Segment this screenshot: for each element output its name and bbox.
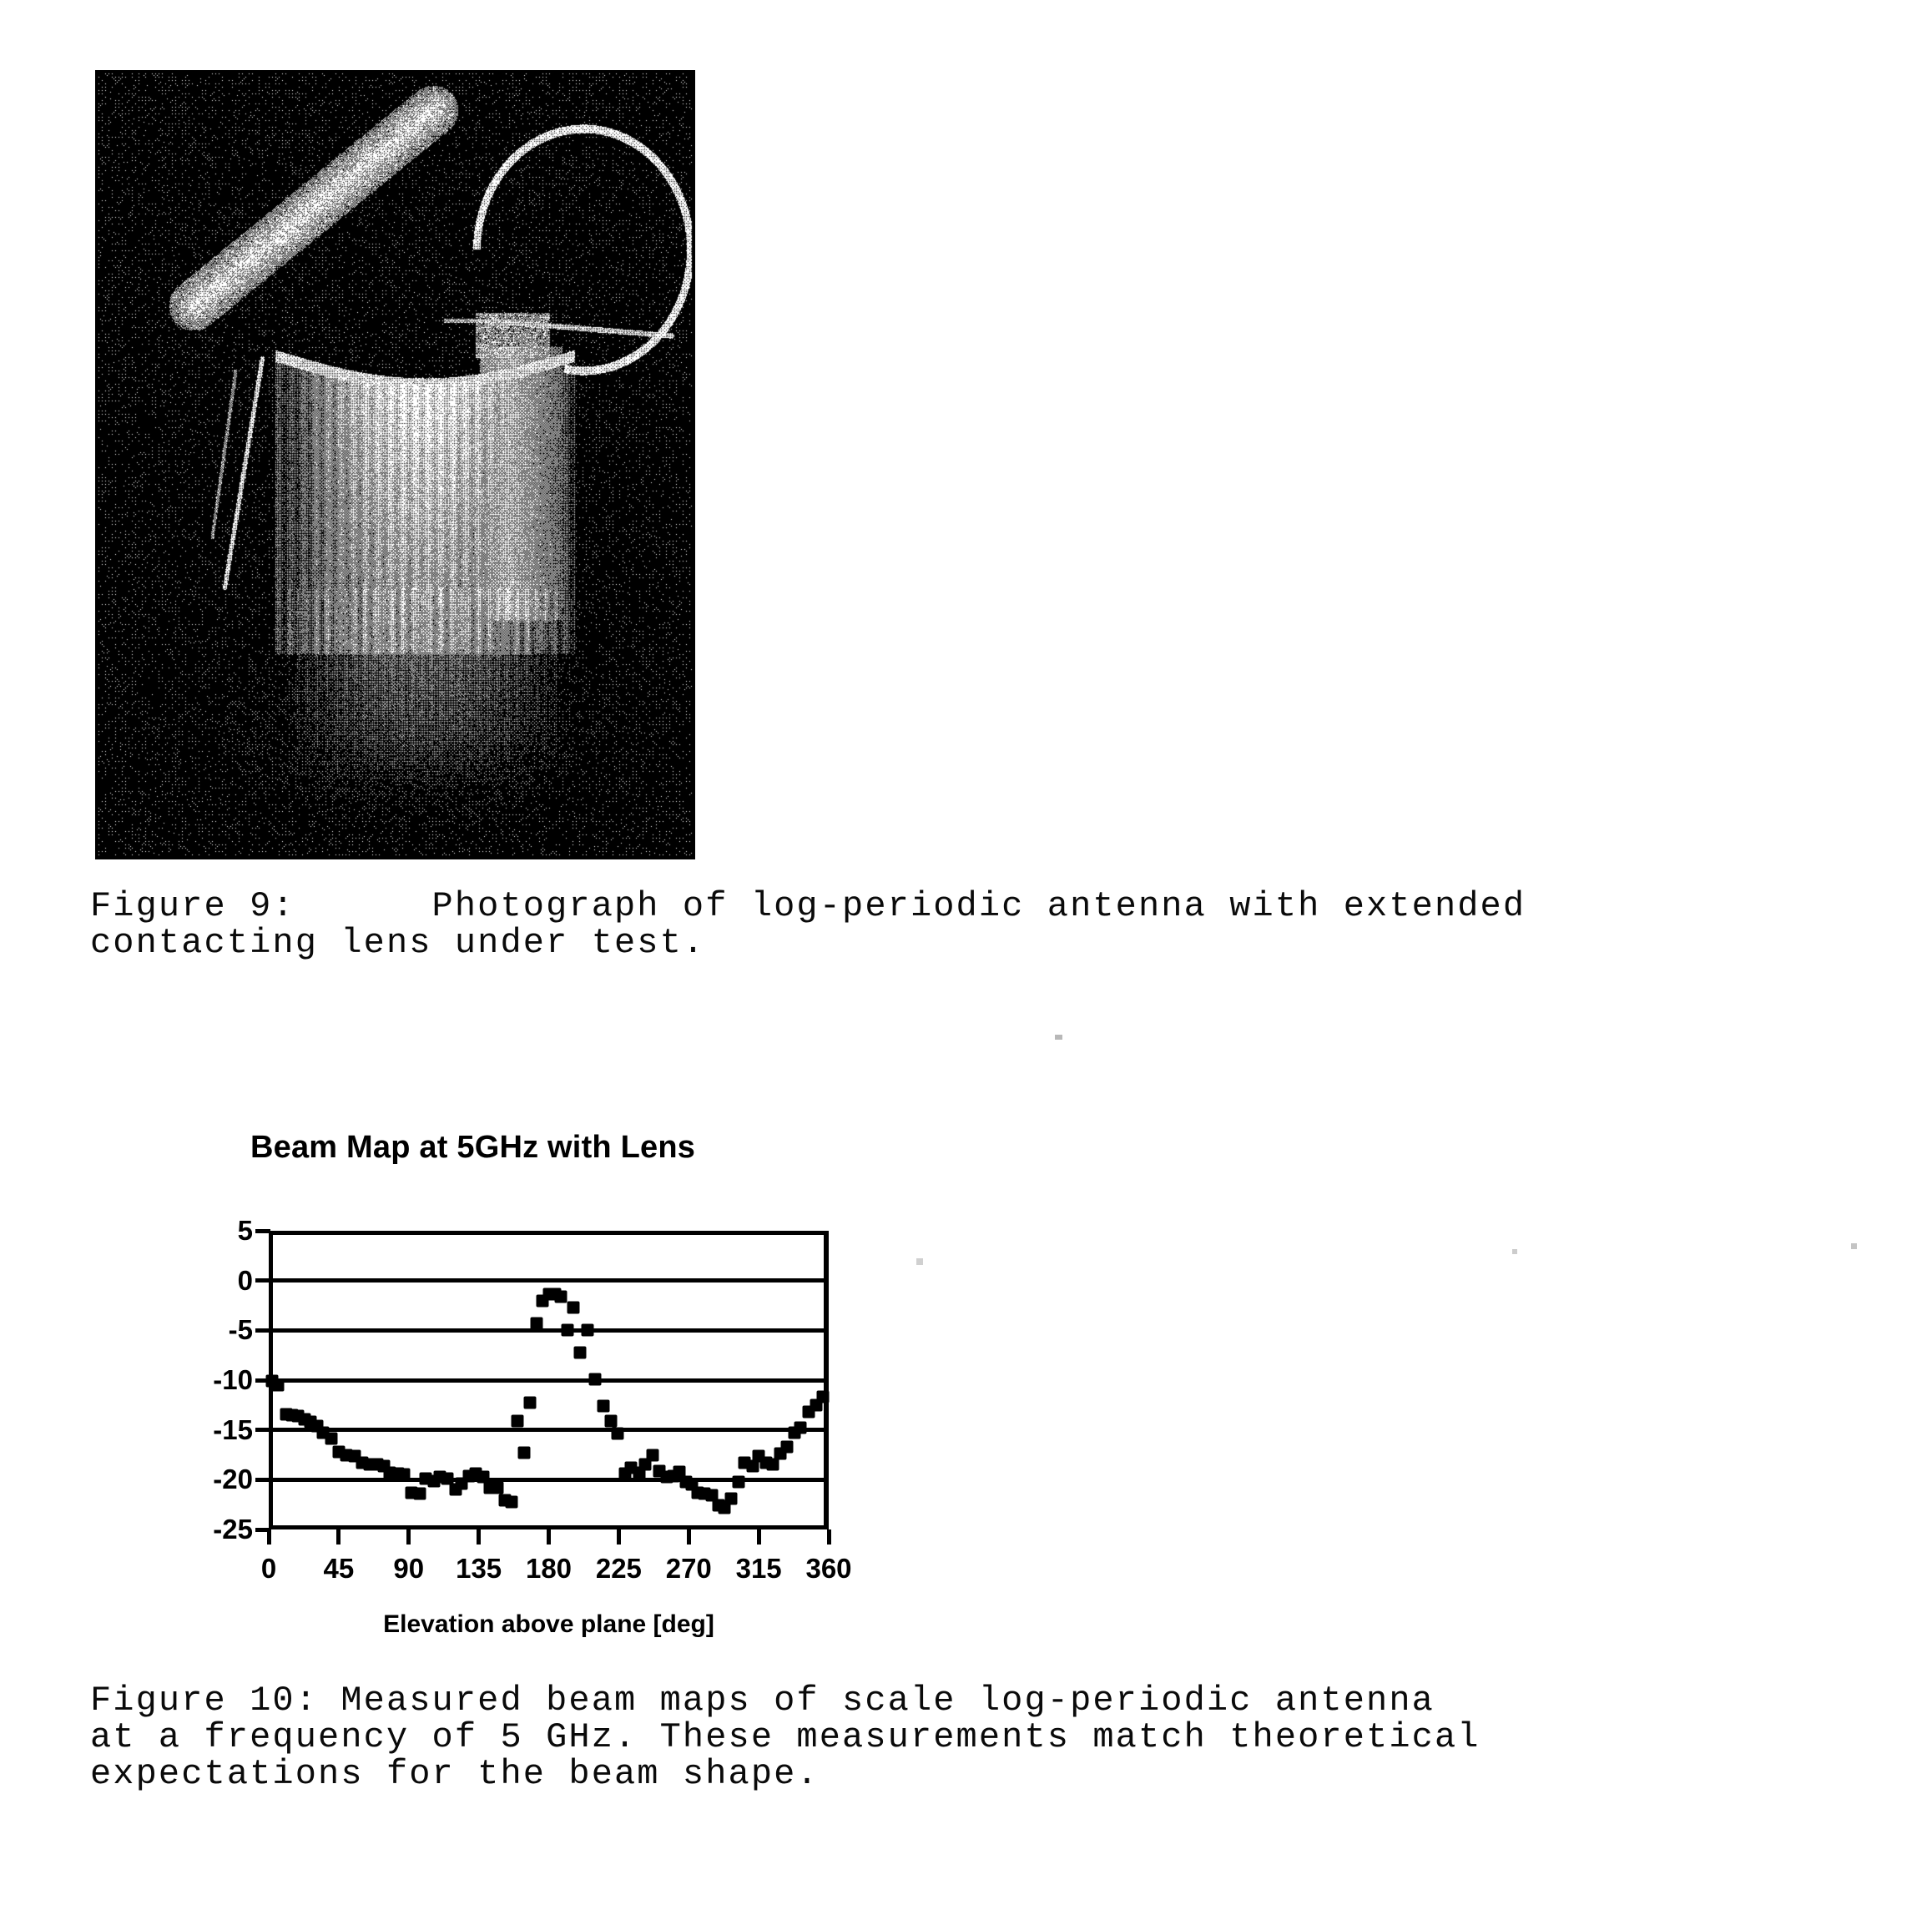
plot-area: 5 0 -5 -10 -15 -20 -25 0 45 90 135 180 225 270 315 360… <box>213 1215 851 1638</box>
x-axis-tick <box>686 1529 691 1545</box>
data-point <box>325 1432 338 1445</box>
y-axis-tick-label: -20 <box>213 1464 253 1495</box>
x-axis-tick <box>616 1529 621 1545</box>
data-point <box>581 1323 594 1337</box>
data-point <box>588 1373 602 1386</box>
data-point <box>523 1396 537 1409</box>
y-axis-tick-label: -25 <box>213 1514 253 1545</box>
data-point <box>505 1495 518 1509</box>
data-point <box>794 1421 807 1434</box>
y-axis-tick <box>255 1328 270 1333</box>
data-point <box>271 1378 285 1392</box>
data-point <box>597 1399 610 1413</box>
data-point <box>491 1481 504 1494</box>
x-axis-title: Elevation above plane [deg] <box>383 1610 714 1638</box>
y-axis-tick <box>255 1228 270 1233</box>
y-axis-tick-label: 0 <box>237 1264 253 1296</box>
data-point <box>604 1414 618 1428</box>
x-axis-tick-label: 225 <box>595 1553 642 1584</box>
data-point <box>816 1390 830 1403</box>
scan-artifact-speck <box>1055 1035 1062 1040</box>
figure-9-caption: Figure 9: Photograph of log-periodic ant… <box>90 888 1526 961</box>
y-axis-tick-label: -15 <box>213 1414 253 1445</box>
x-axis-tick-label: 360 <box>805 1553 852 1584</box>
data-point <box>766 1458 779 1471</box>
x-axis-tick <box>756 1529 761 1545</box>
data-point <box>413 1487 426 1500</box>
figure-10-caption-line-1: Figure 10: Measured beam maps of scale l… <box>90 1681 1435 1721</box>
y-axis-tick-label: -10 <box>213 1364 253 1395</box>
data-point <box>511 1414 524 1428</box>
figure-10-caption-line-3: expectations for the beam shape. <box>90 1754 820 1794</box>
gridline <box>269 1328 829 1333</box>
x-axis-tick <box>406 1529 411 1545</box>
scan-artifact-speck <box>1512 1249 1517 1254</box>
x-axis-tick <box>826 1529 831 1545</box>
data-point <box>530 1317 543 1330</box>
gridline <box>269 1378 829 1383</box>
figure-9-photograph <box>95 70 695 859</box>
x-axis-tick <box>336 1529 341 1545</box>
data-point <box>554 1290 567 1303</box>
figure-10-caption: Figure 10: Measured beam maps of scale l… <box>90 1682 1481 1792</box>
scan-artifact-speck <box>1851 1243 1857 1249</box>
x-axis-tick-label: 180 <box>525 1553 573 1584</box>
data-point <box>397 1468 411 1481</box>
gridline <box>269 1428 829 1433</box>
y-axis-tick <box>255 1428 270 1433</box>
y-axis-tick <box>255 1278 270 1283</box>
data-point <box>573 1346 587 1359</box>
y-axis-tick-label: -5 <box>228 1314 253 1346</box>
data-point <box>724 1492 738 1505</box>
x-axis-tick-label: 270 <box>665 1553 712 1584</box>
data-point <box>561 1323 574 1337</box>
data-point <box>567 1301 580 1314</box>
data-point <box>517 1446 531 1459</box>
x-axis-tick-label: 135 <box>456 1553 502 1584</box>
figure-10-caption-line-2: at a frequency of 5 GHz. These measureme… <box>90 1717 1481 1757</box>
x-axis-tick-label: 90 <box>393 1553 425 1584</box>
data-point <box>611 1427 623 1440</box>
x-axis-tick <box>477 1529 482 1545</box>
x-axis-tick-label: 0 <box>260 1553 277 1584</box>
data-point <box>646 1449 659 1461</box>
data-point <box>732 1475 745 1489</box>
data-point <box>780 1440 794 1454</box>
figure-9-caption-line-1: Figure 9: Photograph of log-periodic ant… <box>90 886 1526 926</box>
antenna-photograph-image <box>95 70 695 859</box>
figure-9-caption-line-2: contacting lens under test. <box>90 923 706 963</box>
x-axis-tick-label: 315 <box>735 1553 782 1584</box>
x-axis-tick <box>547 1529 551 1545</box>
x-axis-tick <box>266 1529 271 1545</box>
y-axis-tick-label: 5 <box>237 1215 253 1246</box>
chart-title: Beam Map at 5GHz with Lens <box>250 1130 696 1165</box>
figure-10-chart: Beam Map at 5GHz with Lens 5 0 -5 -10 -15 -20… <box>150 1110 985 1638</box>
gridline <box>269 1278 829 1283</box>
x-axis-tick-label: 45 <box>323 1553 355 1584</box>
y-axis-tick <box>255 1477 270 1482</box>
